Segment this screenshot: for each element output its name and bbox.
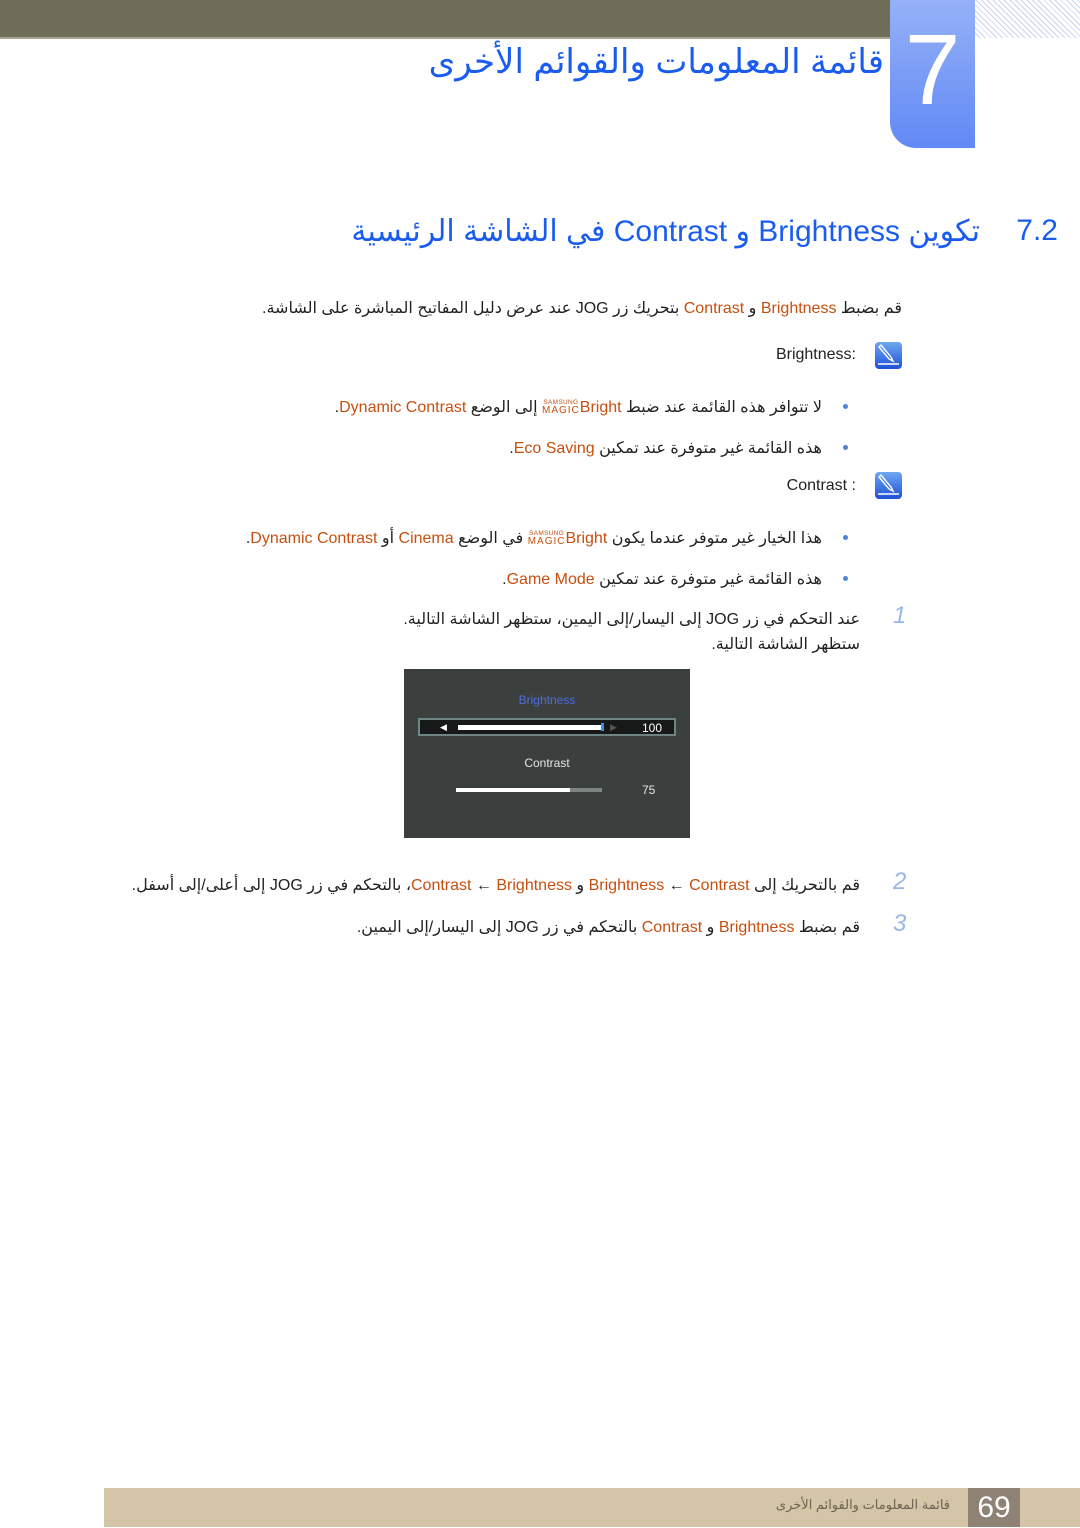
intro-term-brightness: Brightness <box>760 300 837 317</box>
osd-contrast-fill <box>456 788 570 792</box>
header-band <box>0 0 890 39</box>
step-text: قم بضبط <box>798 919 860 936</box>
magicbright-logo: SAMSUNG MAGIC Bright <box>528 530 608 548</box>
bullet-term: Eco Saving <box>513 440 595 457</box>
step-term: Contrast <box>689 877 750 894</box>
arrow-left-icon: ← <box>668 877 685 894</box>
note-brightness-label: :Brightness <box>776 346 856 364</box>
step-1-line-2: ستظهر الشاشة التالية. <box>711 636 860 653</box>
bullet-icon <box>843 445 848 450</box>
section-title-suffix: في الشاشة الرئيسية <box>351 215 606 248</box>
step-1-line-1: عند التحكم في زر JOG إلى اليسار/إلى اليم… <box>403 611 860 628</box>
bullet-text: هذه القائمة غير متوفرة عند تمكين <box>599 571 822 588</box>
section-term-contrast: Contrast <box>613 215 728 248</box>
osd-brightness-knob <box>601 723 604 731</box>
osd-brightness-row: ◀ ▶ 100 <box>418 718 676 736</box>
note-contrast-bullet-2: هذه القائمة غير متوفرة عند تمكين Game Mo… <box>502 569 822 589</box>
osd-brightness-slider <box>458 725 601 730</box>
step-number: 1 <box>893 602 907 629</box>
note-label-text: Contrast <box>786 477 848 494</box>
bullet-text-mid: إلى الوضع <box>470 399 538 416</box>
section-heading: 7.2 تكوين Brightness و Contrast في الشاش… <box>351 214 1058 249</box>
section-number: 7.2 <box>1016 214 1058 247</box>
section-title-prefix: تكوين <box>908 215 980 248</box>
step-term: Brightness <box>588 877 665 894</box>
osd-screenshot: Brightness ◀ ▶ 100 Contrast 75 <box>404 669 690 838</box>
bullet-icon <box>843 404 848 409</box>
intro-term-contrast: Contrast <box>683 300 745 317</box>
osd-contrast-label: Contrast <box>524 756 570 770</box>
osd-left-arrow-icon: ◀ <box>440 722 447 732</box>
magic-magic: MAGIC <box>527 536 566 547</box>
step-3-text: قم بضبط Brightness و Contrast بالتحكم في… <box>357 917 860 937</box>
magicbright-logo: SAMSUNG MAGIC Bright <box>542 399 622 417</box>
osd-contrast-slider <box>456 788 602 792</box>
step-text-post: ، بالتحكم في زر JOG إلى أعلى/إلى أسفل. <box>131 877 411 894</box>
step-conj: و <box>706 919 715 936</box>
step-text-post: بالتحكم في زر JOG إلى اليسار/إلى اليمين. <box>356 919 638 936</box>
note-brightness-bullet-1: لا تتوافر هذه القائمة عند ضبط SAMSUNG MAG… <box>335 397 822 417</box>
bullet-term: Game Mode <box>506 571 595 588</box>
magic-bright: Bright <box>565 530 608 547</box>
magic-bright: Bright <box>579 399 622 416</box>
intro-conj: و <box>748 300 757 317</box>
header-hatch-decoration <box>975 0 1080 38</box>
step-text: قم بالتحريك إلى <box>754 877 860 894</box>
step-number: 2 <box>893 868 907 895</box>
bullet-text-mid: في الوضع <box>458 530 524 547</box>
step-conj: و <box>576 877 585 894</box>
chapter-title: قائمة المعلومات والقوائم الأخرى <box>428 43 884 81</box>
note-label-text: Brightness <box>775 346 852 363</box>
page-number: 69 <box>968 1488 1020 1527</box>
note-contrast-bullet-1: هذا الخيار غير متوفر عندما يكون SAMSUNG M… <box>246 528 822 548</box>
step-term: Contrast <box>411 877 472 894</box>
osd-right-arrow-icon: ▶ <box>610 722 617 732</box>
bullet-term-dynamic: Dynamic Contrast <box>250 530 378 547</box>
bullet-term: Dynamic Contrast <box>339 399 467 416</box>
bullet-term-cinema: Cinema <box>398 530 454 547</box>
bullet-icon <box>843 535 848 540</box>
intro-paragraph: قم بضبط Brightness و Contrast بتحريك زر … <box>262 298 902 318</box>
section-conj: و <box>735 215 750 248</box>
bullet-text: هذه القائمة غير متوفرة عند تمكين <box>599 440 822 457</box>
intro-text-2: بتحريك زر JOG عند عرض دليل المفاتيح المب… <box>262 300 680 317</box>
osd-contrast-value: 75 <box>642 783 656 797</box>
note-contrast-label: : Contrast <box>787 477 856 495</box>
note-pencil-icon <box>875 342 902 369</box>
footer-chapter-title: قائمة المعلومات والقوائم الأخرى <box>775 1497 950 1512</box>
chapter-number: 7 <box>904 14 961 126</box>
osd-brightness-label: Brightness <box>518 693 576 707</box>
step-term: Brightness <box>718 919 795 936</box>
note-colon: : <box>851 346 856 363</box>
bullet-text: هذا الخيار غير متوفر عندما يكون <box>611 530 822 547</box>
bullet-or: أو <box>381 530 395 547</box>
note-brightness-bullet-2: هذه القائمة غير متوفرة عند تمكين Eco Sav… <box>509 438 822 458</box>
magic-magic: MAGIC <box>541 405 580 416</box>
footer-band-right <box>1020 1488 1080 1527</box>
note-colon: : <box>847 477 856 494</box>
bullet-icon <box>843 576 848 581</box>
chapter-number-tab: 7 <box>890 0 975 148</box>
step-number: 3 <box>893 910 907 937</box>
section-term-brightness: Brightness <box>758 215 901 248</box>
step-term: Contrast <box>641 919 703 936</box>
osd-brightness-value: 100 <box>642 721 663 735</box>
step-2-text: قم بالتحريك إلى Brightness ← Contrast و … <box>132 875 860 895</box>
intro-text-1: قم بضبط <box>840 300 902 317</box>
arrow-left-icon: ← <box>475 877 492 894</box>
bullet-text: لا تتوافر هذه القائمة عند ضبط <box>626 399 822 416</box>
step-term: Brightness <box>496 877 572 894</box>
note-pencil-icon <box>875 472 902 499</box>
